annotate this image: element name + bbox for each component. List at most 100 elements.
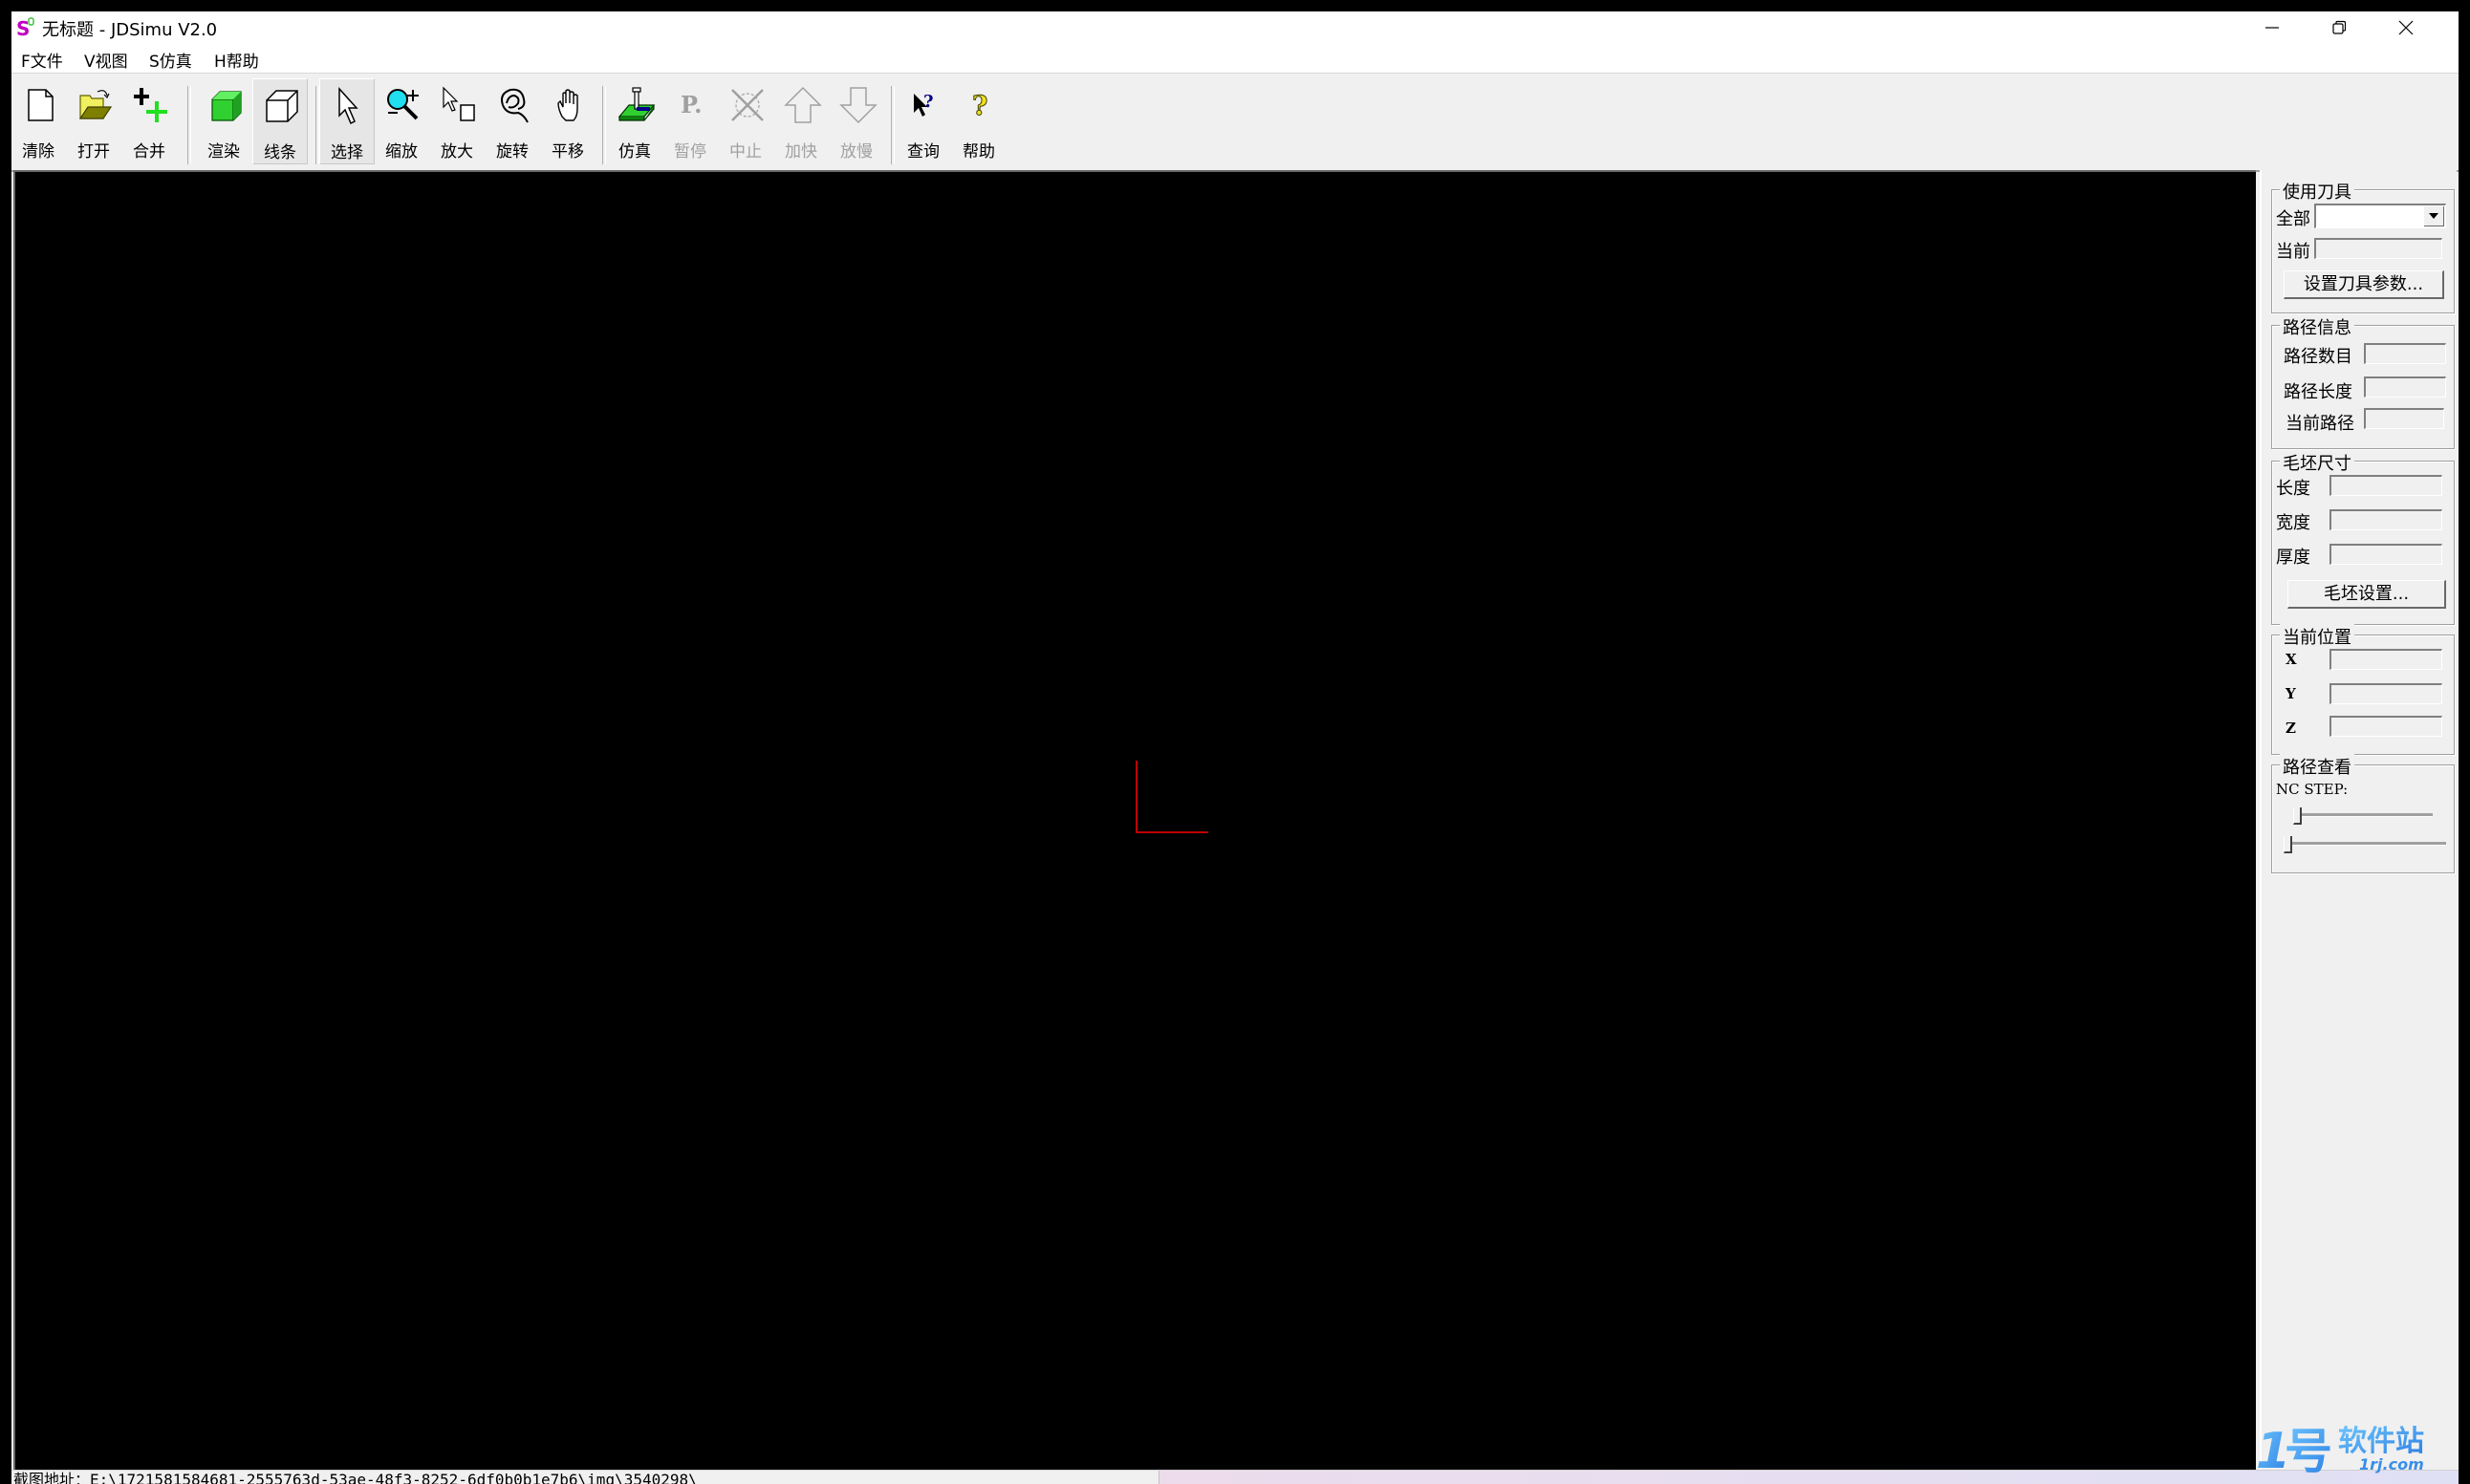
app-logo-icon: S — [16, 17, 34, 38]
help-label: 帮助 — [963, 142, 995, 161]
rotate-hand-icon — [501, 88, 529, 123]
chevron-down-icon[interactable] — [2424, 206, 2444, 226]
restore-icon — [2332, 20, 2347, 34]
clear-button[interactable]: 清除 — [11, 84, 65, 168]
toolbar-separator — [187, 86, 191, 164]
y-position-field — [2329, 683, 2442, 704]
menu-simulate[interactable]: S仿真 — [149, 48, 192, 72]
simulation-viewport[interactable] — [13, 170, 2256, 1472]
pan-button[interactable]: 平移 — [541, 84, 595, 168]
stop-button[interactable]: 中止 — [719, 84, 772, 168]
zoom-magnifier-icon — [387, 89, 419, 120]
new-file-icon — [28, 89, 54, 121]
path-count-field — [2364, 343, 2446, 364]
merge-button[interactable]: 合并 — [122, 84, 176, 168]
status-bar: 截图地址：E:\1721581584681-2555763d-53ae-48f3… — [11, 1470, 2459, 1484]
y-label: Y — [2286, 685, 2296, 702]
slider-track — [2293, 813, 2433, 817]
close-icon — [2398, 20, 2414, 35]
minimize-icon — [2265, 27, 2279, 29]
merge-plus-icon — [134, 88, 167, 122]
blank-length-label: 长度 — [2276, 479, 2310, 499]
pause-button[interactable]: P. 暂停 — [663, 84, 717, 168]
menu-view[interactable]: V视图 — [84, 48, 128, 72]
open-label: 打开 — [77, 142, 110, 161]
slow-down-button[interactable]: 放慢 — [830, 84, 883, 168]
nc-step-slider[interactable] — [2293, 807, 2433, 825]
zoom-label: 缩放 — [385, 142, 418, 161]
select-button[interactable]: 选择 — [319, 78, 375, 164]
watermark-brand-text: 软件站 — [2338, 1425, 2424, 1458]
render-label: 渲染 — [207, 142, 240, 161]
current-tool-field — [2314, 238, 2442, 259]
zoom-window-icon — [443, 86, 475, 121]
position-group-title: 当前位置 — [2280, 624, 2354, 649]
blank-thickness-label: 厚度 — [2276, 548, 2310, 568]
blank-size-group: 毛坯尺寸 长度 宽度 厚度 毛坯设置... — [2271, 450, 2455, 625]
toolbar-separator — [891, 86, 895, 164]
blank-width-field — [2329, 509, 2442, 530]
path-count-label: 路径数目 — [2284, 347, 2352, 367]
axis-origin-marker — [1136, 761, 1208, 833]
wireframe-cube-icon — [266, 90, 298, 122]
path-length-field — [2364, 376, 2446, 398]
simulate-label: 仿真 — [618, 142, 651, 161]
current-path-label: 当前路径 — [2286, 414, 2354, 434]
toolbar-separator — [602, 86, 606, 164]
simulate-button[interactable]: 仿真 — [608, 84, 661, 168]
rotate-button[interactable]: 旋转 — [486, 84, 539, 168]
close-button[interactable] — [2372, 11, 2439, 44]
position-group: 当前位置 X Y Z — [2271, 624, 2455, 755]
all-tools-dropdown[interactable] — [2314, 204, 2446, 228]
render-button[interactable]: 渲染 — [197, 84, 250, 168]
watermark-domain: 1rj.com — [2359, 1455, 2424, 1473]
watermark-hao: 号 — [2285, 1424, 2332, 1473]
tools-group-title: 使用刀具 — [2280, 179, 2354, 204]
stop-x-icon — [731, 89, 764, 121]
stop-label: 中止 — [729, 142, 762, 161]
open-button[interactable]: 打开 — [67, 84, 120, 168]
speed-up-label: 加快 — [785, 142, 817, 161]
whats-this-label: 查询 — [907, 142, 940, 161]
slow-down-label: 放慢 — [840, 142, 873, 161]
path-info-group-title: 路径信息 — [2280, 314, 2354, 339]
title-bar: S 无标题 - JDSimu V2.0 — [11, 11, 2459, 44]
whats-this-button[interactable]: ? 查询 — [897, 84, 950, 168]
blank-length-field — [2329, 475, 2442, 496]
path-position-slider[interactable] — [2284, 836, 2446, 853]
select-arrow-icon — [338, 87, 358, 125]
zoom-window-button[interactable]: 放大 — [430, 84, 484, 168]
blank-settings-button[interactable]: 毛坯设置... — [2287, 580, 2446, 609]
blank-size-group-title: 毛坯尺寸 — [2280, 450, 2354, 475]
menu-help[interactable]: H帮助 — [214, 48, 259, 72]
svg-text:P.: P. — [681, 91, 702, 118]
simulate-mill-icon — [618, 87, 656, 121]
current-path-field — [2364, 408, 2444, 429]
viewport-drawing — [1136, 761, 1208, 833]
path-view-group-title: 路径查看 — [2280, 754, 2354, 779]
svg-text:S: S — [16, 17, 30, 38]
menu-bar: F文件 V视图 S仿真 H帮助 — [11, 44, 2459, 74]
pan-hand-icon — [557, 89, 578, 121]
speed-up-button[interactable]: 加快 — [774, 84, 828, 168]
restore-button[interactable] — [2306, 11, 2372, 44]
z-label: Z — [2286, 720, 2296, 737]
wireframe-label: 线条 — [264, 143, 296, 162]
whats-this-icon: ? — [914, 92, 934, 117]
zoom-button[interactable]: 缩放 — [375, 84, 428, 168]
set-tool-params-button[interactable]: 设置刀具参数... — [2284, 270, 2444, 299]
clear-label: 清除 — [22, 142, 54, 161]
slider-thumb[interactable] — [2284, 836, 2292, 853]
minimize-button[interactable] — [2239, 11, 2306, 44]
menu-file[interactable]: F文件 — [21, 48, 63, 72]
pause-p-icon: P. — [681, 91, 702, 118]
slider-track — [2284, 842, 2446, 846]
blank-thickness-field — [2329, 544, 2442, 565]
slow-down-arrow-icon — [839, 87, 878, 124]
speed-up-arrow-icon — [784, 86, 822, 123]
app-window: S 无标题 - JDSimu V2.0 F文件 V视图 S仿真 H帮助 清除 打… — [11, 11, 2459, 1484]
wireframe-button[interactable]: 线条 — [252, 78, 308, 164]
merge-label: 合并 — [133, 142, 165, 161]
slider-thumb[interactable] — [2293, 807, 2302, 825]
help-button[interactable]: ? 帮助 — [952, 84, 1006, 168]
